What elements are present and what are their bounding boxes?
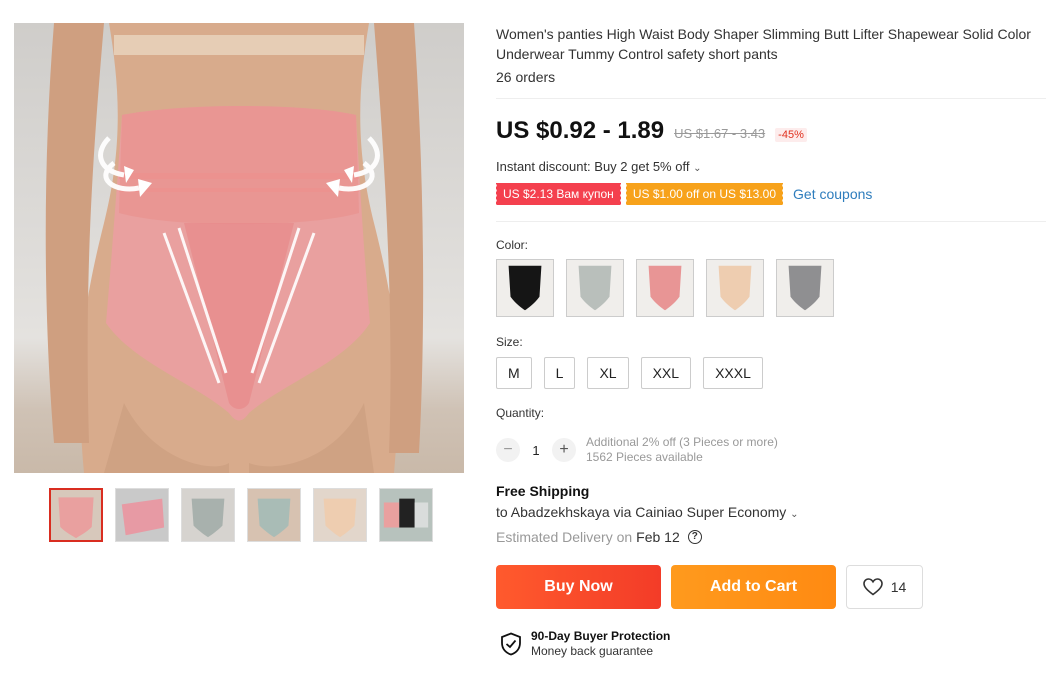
shipping-title: Free Shipping bbox=[496, 483, 590, 499]
add-to-cart-button[interactable]: Add to Cart bbox=[671, 565, 836, 609]
divider bbox=[496, 221, 1046, 222]
wishlist-count: 14 bbox=[890, 579, 907, 595]
heart-icon bbox=[862, 578, 883, 596]
size-option-xxl[interactable]: XXL bbox=[640, 357, 692, 389]
color-option-gray[interactable] bbox=[776, 259, 834, 317]
size-option-xxxl[interactable]: XXXL bbox=[703, 357, 763, 389]
size-options: M L XL XXL XXXL bbox=[496, 357, 763, 389]
instant-discount[interactable]: Instant discount: Buy 2 get 5% off ⌄ bbox=[496, 159, 701, 174]
estimated-delivery: Estimated Delivery on Feb 12 ? bbox=[496, 529, 702, 545]
thumbnail-6[interactable] bbox=[379, 488, 433, 542]
shield-check-icon bbox=[501, 632, 521, 656]
current-price: US $0.92 - 1.89 bbox=[496, 117, 665, 144]
action-buttons: Buy Now Add to Cart 14 bbox=[496, 565, 923, 609]
coupon-threshold[interactable]: US $1.00 off on US $13.00 bbox=[624, 183, 784, 205]
color-option-gray-green[interactable] bbox=[566, 259, 624, 317]
protection-subtitle: Money back guarantee bbox=[531, 644, 654, 658]
thumbnail-3[interactable] bbox=[181, 488, 235, 542]
size-label: Size: bbox=[496, 335, 523, 349]
chevron-down-icon: ⌄ bbox=[790, 509, 799, 520]
discount-badge: -45% bbox=[775, 128, 807, 142]
product-title: Women's panties High Waist Body Shaper S… bbox=[496, 26, 1031, 62]
size-option-xl[interactable]: XL bbox=[587, 357, 629, 389]
bulk-discount-note: Additional 2% off (3 Pieces or more) bbox=[586, 435, 778, 449]
color-option-black[interactable] bbox=[496, 259, 554, 317]
quantity-increase-button[interactable]: + bbox=[552, 438, 576, 462]
size-option-m[interactable]: M bbox=[496, 357, 532, 389]
shipping-route[interactable]: to Abadzekhskaya via Cainiao Super Econo… bbox=[496, 504, 799, 520]
orders-count: 26 orders bbox=[496, 69, 556, 85]
protection-title: 90-Day Buyer Protection bbox=[531, 629, 671, 643]
size-option-l[interactable]: L bbox=[543, 357, 576, 389]
shipping-route-text: to Abadzekhskaya via Cainiao Super Econo… bbox=[496, 504, 787, 520]
buy-now-button[interactable]: Buy Now bbox=[496, 565, 661, 609]
buyer-protection: 90-Day Buyer Protection Money back guara… bbox=[500, 629, 670, 659]
quantity-stepper: − 1 + Additional 2% off (3 Pieces or mor… bbox=[496, 435, 778, 465]
thumbnail-1[interactable] bbox=[49, 488, 103, 542]
get-coupons-link[interactable]: Get coupons bbox=[793, 186, 872, 202]
color-option-beige[interactable] bbox=[706, 259, 764, 317]
divider bbox=[496, 98, 1046, 99]
color-option-pink[interactable] bbox=[636, 259, 694, 317]
coupon-row: US $2.13 Вам купон US $1.00 off on US $1… bbox=[495, 183, 872, 205]
product-photo bbox=[45, 23, 424, 473]
help-icon[interactable]: ? bbox=[687, 530, 702, 544]
thumbnail-4[interactable] bbox=[247, 488, 301, 542]
coupon-store[interactable]: US $2.13 Вам купон bbox=[495, 183, 621, 205]
wishlist-button[interactable]: 14 bbox=[846, 565, 923, 609]
stock-available: 1562 Pieces available bbox=[586, 450, 703, 464]
chevron-down-icon: ⌄ bbox=[693, 163, 702, 174]
original-price: US $1.67 - 3.43 bbox=[674, 126, 766, 141]
delivery-label: Estimated Delivery on bbox=[496, 529, 633, 545]
delivery-date: Feb 12 bbox=[636, 529, 680, 545]
quantity-info: Additional 2% off (3 Pieces or more) 156… bbox=[586, 435, 778, 465]
color-options bbox=[496, 259, 834, 317]
quantity-label: Quantity: bbox=[496, 406, 545, 420]
color-label: Color: bbox=[496, 238, 529, 252]
instant-discount-text: Instant discount: Buy 2 get 5% off bbox=[496, 159, 690, 174]
quantity-decrease-button[interactable]: − bbox=[496, 438, 520, 462]
price-row: US $0.92 - 1.89 US $1.67 - 3.43 -45% bbox=[496, 117, 807, 145]
thumbnail-strip bbox=[49, 488, 433, 542]
main-product-image[interactable] bbox=[14, 23, 464, 473]
thumbnail-2[interactable] bbox=[115, 488, 169, 542]
quantity-value[interactable]: 1 bbox=[520, 443, 552, 458]
thumbnail-5[interactable] bbox=[313, 488, 367, 542]
